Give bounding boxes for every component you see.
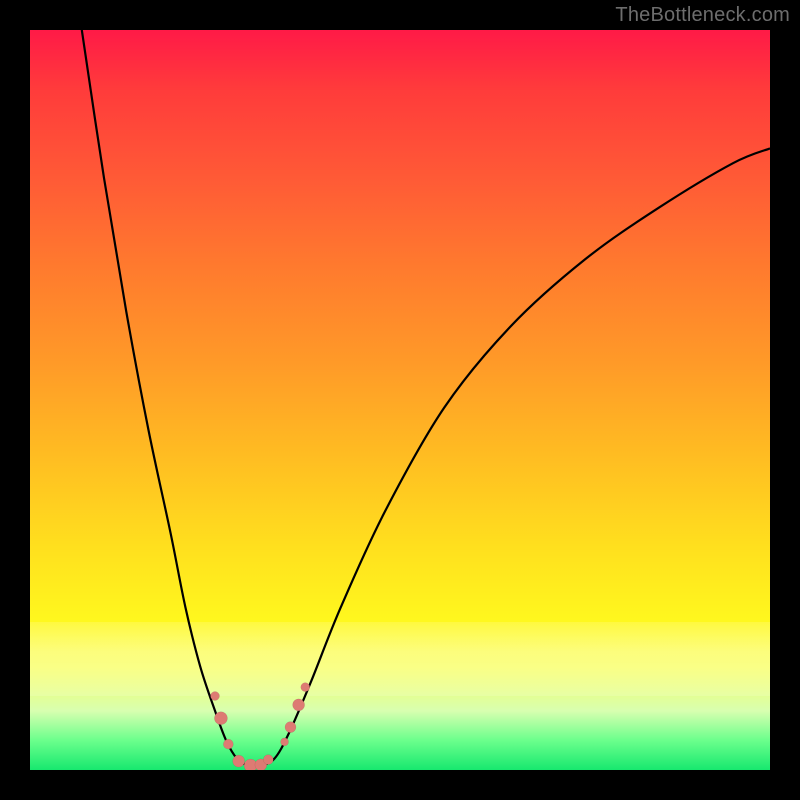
curve-marker bbox=[285, 722, 296, 733]
marker-group bbox=[211, 683, 310, 770]
chart-svg bbox=[30, 30, 770, 770]
curve-marker bbox=[281, 738, 289, 746]
curve-marker bbox=[223, 739, 233, 749]
curve-marker bbox=[211, 692, 220, 701]
outer-frame: TheBottleneck.com bbox=[0, 0, 800, 800]
curve-marker bbox=[214, 712, 227, 725]
plot-area bbox=[30, 30, 770, 770]
curve-marker bbox=[301, 683, 310, 692]
curve-marker bbox=[263, 755, 273, 765]
watermark-text: TheBottleneck.com bbox=[615, 4, 790, 27]
curve-marker bbox=[233, 755, 245, 767]
bottleneck-curve bbox=[82, 30, 770, 766]
curve-marker bbox=[293, 699, 305, 711]
